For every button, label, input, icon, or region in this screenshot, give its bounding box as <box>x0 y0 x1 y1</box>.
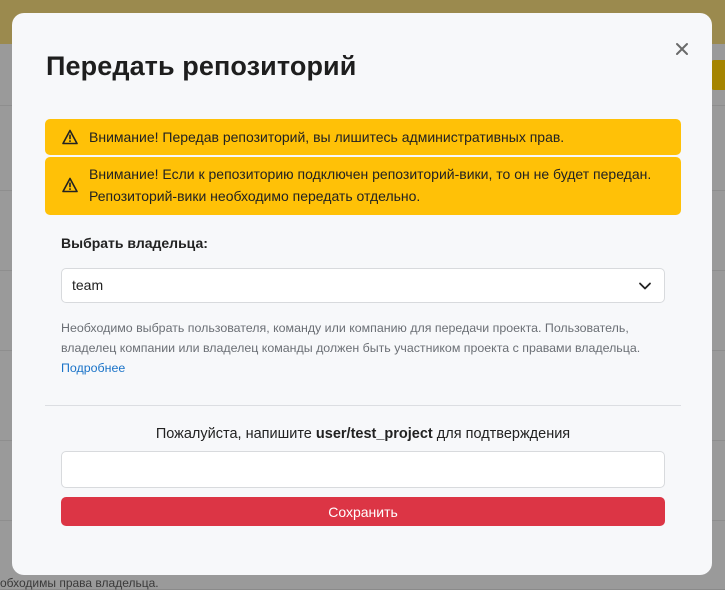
owner-label: Выбрать владельца: <box>61 235 208 251</box>
warning-icon <box>62 177 78 193</box>
confirm-input[interactable] <box>61 451 665 488</box>
alert-text: Внимание! Если к репозиторию подключен р… <box>89 166 652 204</box>
help-text: Необходимо выбрать пользователя, команду… <box>61 318 671 378</box>
warning-alert: Внимание! Если к репозиторию подключен р… <box>45 157 681 215</box>
confirm-prefix: Пожалуйста, напишите <box>155 426 316 442</box>
background-footer-text: обходимы права владельца. <box>0 576 159 590</box>
modal-title: Передать репозиторий <box>46 51 357 81</box>
confirm-project-name: user/test_project <box>315 426 433 442</box>
chevron-down-icon <box>639 282 651 290</box>
warning-icon <box>62 129 78 145</box>
more-info-link[interactable]: Подробнее <box>61 358 125 378</box>
alert-text: Внимание! Передав репозиторий, вы лишите… <box>89 129 565 145</box>
background-button <box>711 60 725 90</box>
save-button[interactable]: Сохранить <box>61 497 665 526</box>
divider <box>45 405 681 406</box>
transfer-repository-modal: Передать репозиторий Внимание! Передав р… <box>12 13 712 575</box>
owner-select-value: team <box>72 277 104 293</box>
confirm-suffix: для подтверждения <box>432 426 571 442</box>
help-description: Необходимо выбрать пользователя, команду… <box>61 321 641 355</box>
warning-alert: Внимание! Передав репозиторий, вы лишите… <box>45 119 681 155</box>
confirm-instruction: Пожалуйста, напишите user/test_project д… <box>61 426 665 442</box>
close-icon[interactable] <box>672 39 692 59</box>
owner-select[interactable]: team <box>61 268 665 303</box>
